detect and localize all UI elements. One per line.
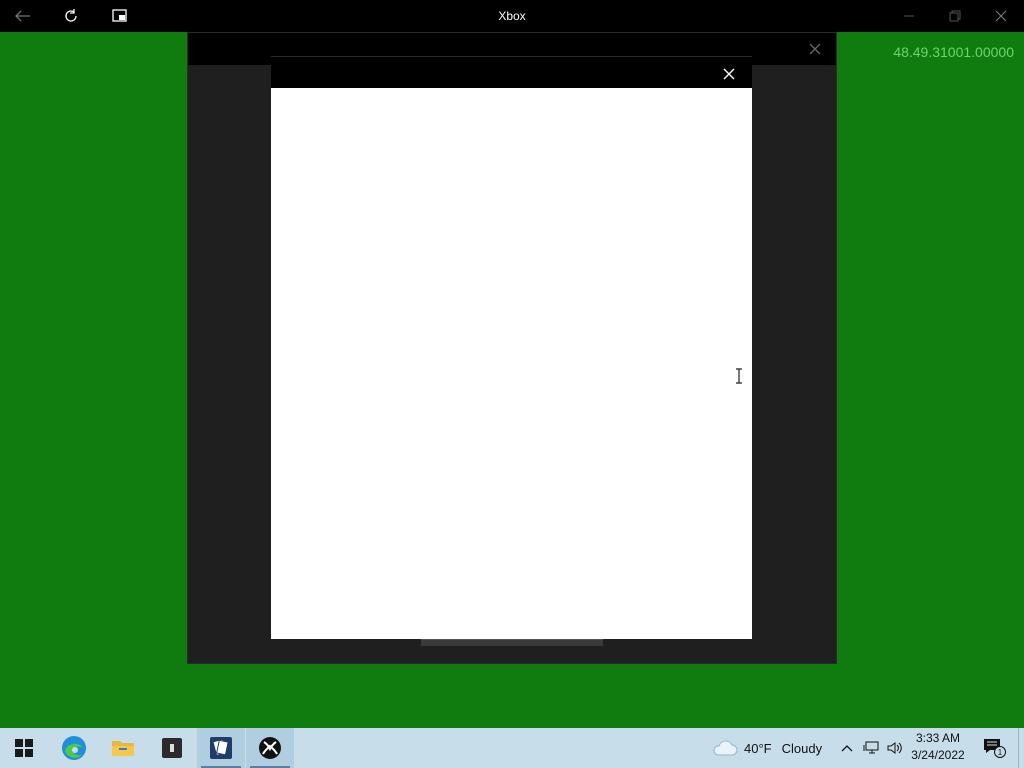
dialog-content[interactable] (271, 88, 752, 639)
back-arrow-icon (15, 10, 30, 22)
compact-overlay-icon (112, 9, 127, 22)
minimize-icon (904, 15, 914, 17)
chevron-up-icon (841, 745, 853, 752)
cloud-icon (713, 740, 738, 756)
app-icon (162, 738, 182, 758)
notification-count: 1 (998, 748, 1003, 757)
speaker-icon (887, 742, 902, 754)
close-icon (995, 10, 1007, 22)
notification-center-button[interactable]: 1 (976, 728, 1012, 768)
inner-dialog-header (271, 56, 752, 88)
taskbar-xbox[interactable] (246, 728, 294, 768)
cards-icon (210, 737, 232, 759)
network-icon (863, 741, 879, 754)
refresh-icon (65, 9, 77, 22)
clock-date: 3/24/2022 (911, 748, 965, 762)
inner-dialog-close-button[interactable] (715, 60, 743, 88)
notification-icon: 1 (984, 739, 1006, 758)
show-desktop-button[interactable] (1018, 728, 1024, 768)
weather-widget[interactable]: 40°F Cloudy (712, 728, 822, 768)
taskbar-solitaire[interactable] (197, 728, 245, 768)
taskbar-edge[interactable] (50, 728, 98, 768)
show-hidden-icons-button[interactable] (836, 728, 858, 768)
close-icon (723, 68, 735, 80)
refresh-button[interactable] (48, 0, 94, 32)
restore-button[interactable] (932, 0, 978, 32)
clock-time: 3:33 AM (915, 731, 961, 745)
title-bar: Xbox (0, 0, 1024, 32)
close-icon (809, 43, 821, 55)
close-window-button[interactable] (978, 0, 1024, 32)
network-button[interactable] (860, 728, 882, 768)
weather-temperature: 40°F (744, 740, 772, 756)
minimize-button[interactable] (886, 0, 932, 32)
volume-button[interactable] (884, 728, 906, 768)
taskbar-file-explorer[interactable] (99, 728, 147, 768)
taskbar: 40°F Cloudy 3:33 AM 3/24/2022 1 (0, 728, 1024, 768)
text-cursor-icon (736, 368, 742, 384)
edge-icon (62, 736, 86, 760)
window-title: Xbox (498, 9, 526, 23)
version-label: 48.49.31001.00000 (893, 44, 1014, 60)
compact-overlay-button[interactable] (97, 0, 143, 32)
start-button[interactable] (0, 728, 48, 768)
folder-icon (112, 741, 134, 756)
xbox-icon (259, 737, 281, 759)
inner-dialog (271, 56, 752, 639)
resize-handle[interactable] (421, 639, 603, 646)
restore-icon (949, 10, 961, 22)
back-button[interactable] (0, 0, 46, 32)
weather-condition: Cloudy (781, 740, 823, 756)
windows-logo-icon (15, 739, 33, 757)
outer-dialog-close-button[interactable] (802, 36, 828, 62)
clock[interactable]: 3:33 AM 3/24/2022 (906, 730, 970, 766)
taskbar-app[interactable] (148, 728, 196, 768)
